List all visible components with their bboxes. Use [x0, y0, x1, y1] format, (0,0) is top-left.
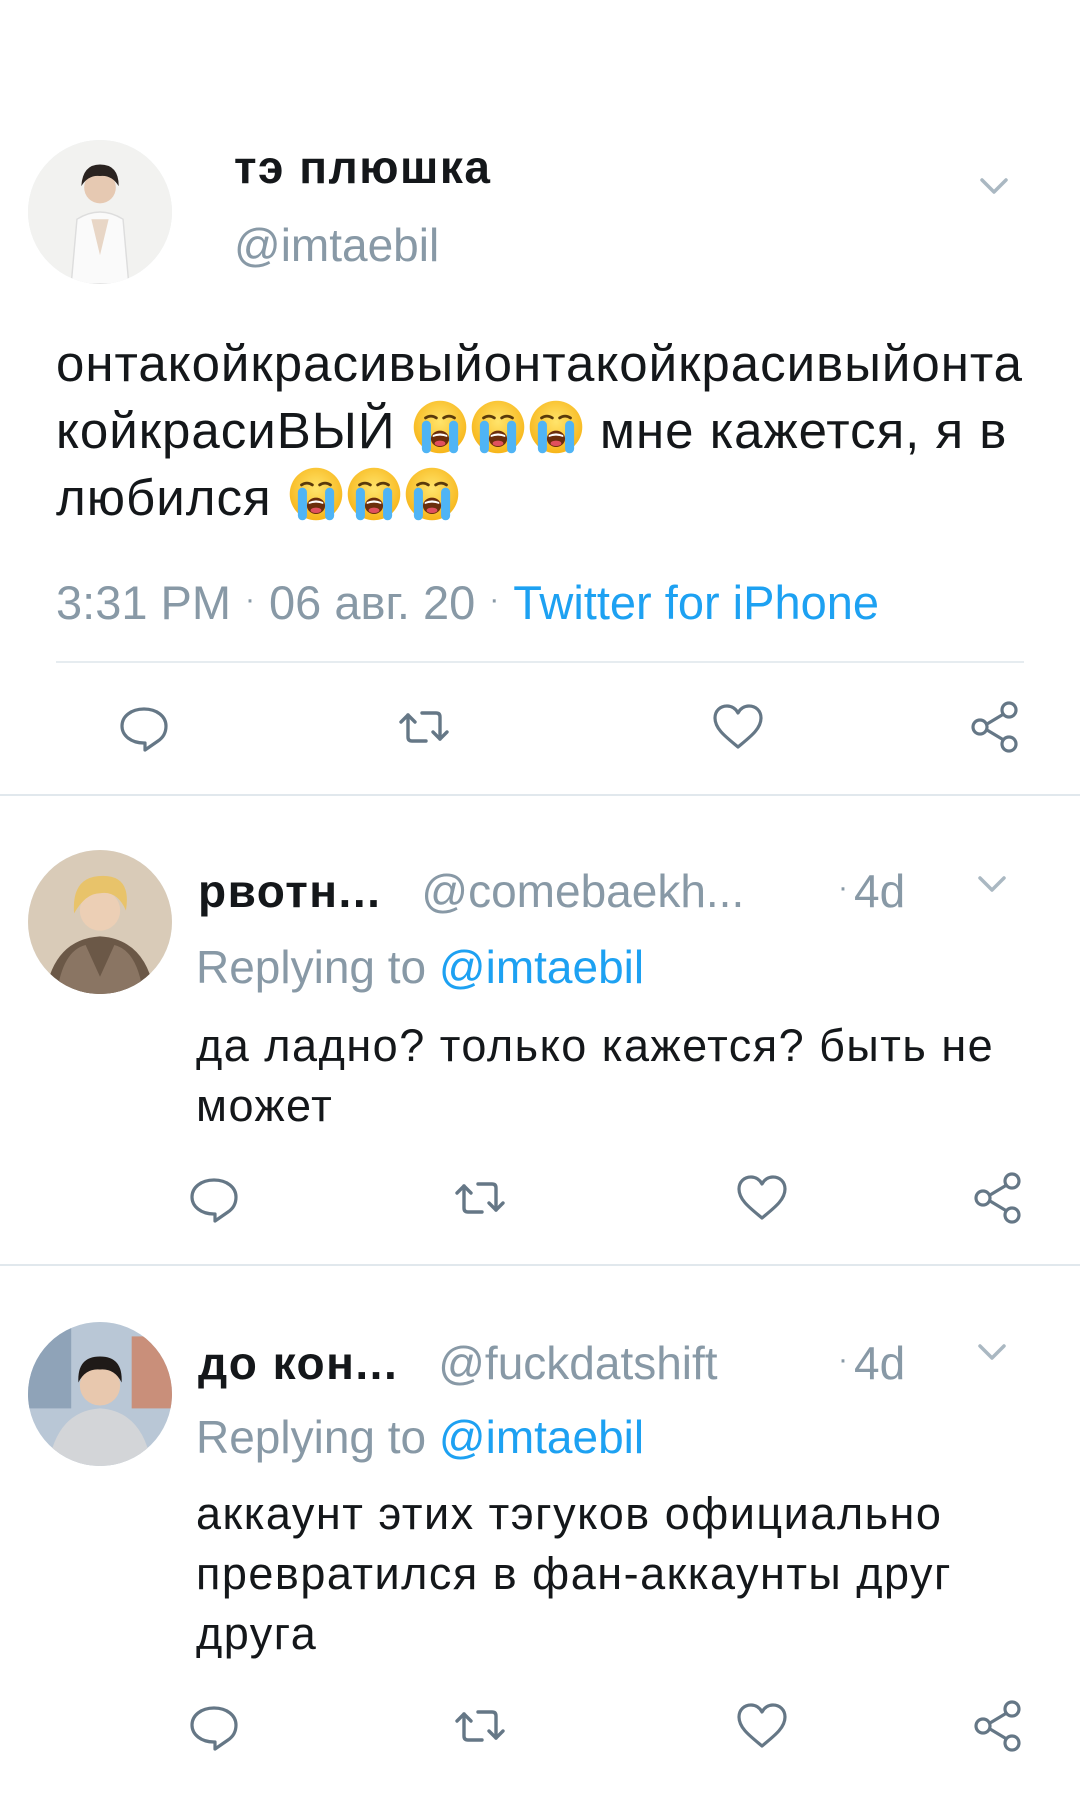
loudly-crying-face-emoji: [403, 465, 461, 523]
tweet-text: онтакойкрасивыйонтакойкрасивыйонтакойкра…: [56, 330, 1036, 531]
reply-time: · 4d: [838, 1336, 905, 1390]
share-icon[interactable]: [966, 1166, 1030, 1230]
user-handle[interactable]: @imtaebil: [234, 218, 439, 272]
avatar-photo: [28, 140, 172, 284]
chevron-down-icon[interactable]: [974, 166, 1014, 206]
user-handle[interactable]: @fuckdatshift: [438, 1337, 717, 1389]
reply-tweet[interactable]: рвотн... @comebaekh... · 4d Replying to @im…: [0, 796, 1080, 1264]
loudly-crying-face-emoji: [527, 398, 585, 456]
loudly-crying-face-emoji: [345, 465, 403, 523]
like-icon[interactable]: [730, 1694, 794, 1758]
display-name[interactable]: рвотн...: [198, 865, 381, 917]
mention-link[interactable]: @imtaebil: [439, 1411, 644, 1463]
reply-text: аккаунт этих тэгуков официально преврати…: [196, 1488, 952, 1659]
avatar[interactable]: [28, 1322, 172, 1466]
replying-to: Replying to @imtaebil: [196, 1410, 644, 1464]
replying-to-label: Replying to: [196, 941, 439, 993]
meta-separator: ·: [489, 583, 500, 616]
replying-to-label: Replying to: [196, 1411, 439, 1463]
like-icon[interactable]: [706, 695, 770, 759]
retweet-icon[interactable]: [448, 1166, 512, 1230]
reply-age: 4d: [854, 865, 906, 917]
chevron-down-icon[interactable]: [972, 864, 1012, 904]
reply-header: рвотн... @comebaekh... · 4d: [198, 864, 905, 918]
tweet-time: 3:31 PM: [56, 576, 232, 629]
reply-icon[interactable]: [182, 1694, 246, 1758]
mention-link[interactable]: @imtaebil: [439, 941, 644, 993]
tweet-detail-page: тэ плюшка @imtaebil онтакойкрасивыйонтак…: [0, 0, 1080, 1794]
user-handle[interactable]: @comebaekh...: [421, 865, 744, 917]
chevron-down-icon[interactable]: [972, 1332, 1012, 1372]
avatar-photo: [28, 850, 172, 994]
avatar[interactable]: [28, 140, 172, 284]
tweet-source-link[interactable]: Twitter for iPhone: [513, 576, 879, 629]
main-tweet: тэ плюшка @imtaebil онтакойкрасивыйонтак…: [0, 0, 1080, 795]
divider: [56, 661, 1024, 663]
meta-separator: ·: [245, 583, 256, 616]
meta-separator: ·: [838, 1343, 848, 1376]
tweet-meta: 3:31 PM · 06 авг. 20 · Twitter for iPhone: [56, 575, 879, 630]
reply-text: да ладно? только кажется? быть не может: [196, 1020, 995, 1131]
tweet-date: 06 авг. 20: [269, 576, 476, 629]
tweet-actions: [0, 695, 1080, 759]
like-icon[interactable]: [730, 1166, 794, 1230]
share-icon[interactable]: [966, 1694, 1030, 1758]
reply-header: до кон... @fuckdatshift · 4d: [198, 1336, 905, 1390]
meta-separator: ·: [838, 871, 848, 904]
reply-tweet[interactable]: до кон... @fuckdatshift · 4d Replying to @i…: [0, 1266, 1080, 1794]
reply-time: · 4d: [838, 864, 905, 918]
reply-icon[interactable]: [182, 1166, 246, 1230]
share-icon[interactable]: [963, 695, 1027, 759]
reply-icon[interactable]: [112, 695, 176, 759]
display-name[interactable]: тэ плюшка: [234, 140, 491, 194]
reply-actions: [0, 1694, 1080, 1758]
avatar-photo: [28, 1322, 172, 1466]
display-name[interactable]: до кон...: [198, 1337, 398, 1389]
replying-to: Replying to @imtaebil: [196, 940, 644, 994]
retweet-icon[interactable]: [392, 695, 456, 759]
loudly-crying-face-emoji: [469, 398, 527, 456]
retweet-icon[interactable]: [448, 1694, 512, 1758]
loudly-crying-face-emoji: [287, 465, 345, 523]
reply-actions: [0, 1166, 1080, 1230]
reply-age: 4d: [854, 1337, 906, 1389]
loudly-crying-face-emoji: [411, 398, 469, 456]
avatar[interactable]: [28, 850, 172, 994]
